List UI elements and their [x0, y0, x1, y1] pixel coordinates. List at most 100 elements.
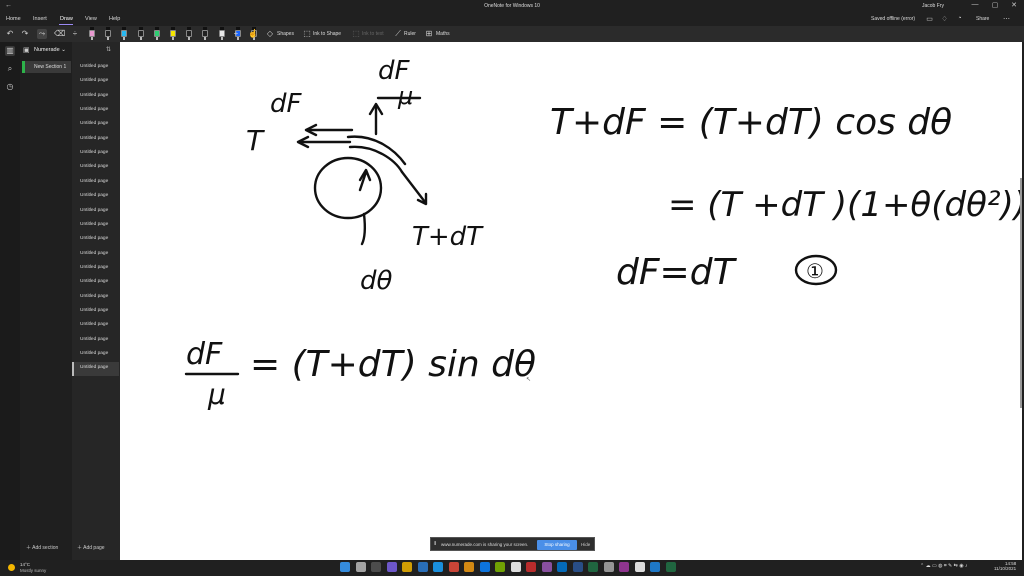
tab-view[interactable]: View: [85, 16, 97, 22]
ruler-button[interactable]: Ruler: [404, 31, 416, 37]
sort-icon[interactable]: ⇅: [106, 46, 111, 53]
page-item[interactable]: Untitled page: [80, 179, 108, 184]
lasso-select-icon[interactable]: ⤳: [37, 29, 47, 39]
page-item[interactable]: Untitled page: [80, 93, 108, 98]
app-icon[interactable]: [541, 562, 552, 572]
share-button[interactable]: Share: [976, 16, 989, 22]
page-item[interactable]: Untitled page: [80, 279, 108, 284]
more-icon[interactable]: ⋯: [1002, 15, 1011, 24]
user-name[interactable]: Jacob Fry: [922, 3, 944, 9]
minimize-button[interactable]: —: [966, 1, 984, 12]
page-item[interactable]: Untitled page: [80, 265, 108, 270]
section-item[interactable]: New Section 1: [22, 61, 71, 73]
tab-help[interactable]: Help: [109, 16, 120, 22]
clock[interactable]: 14:58 11/10/2021: [994, 561, 1016, 571]
page-item[interactable]: Untitled page: [80, 64, 108, 69]
app-icon[interactable]: [526, 562, 536, 572]
edge-icon[interactable]: [417, 562, 428, 572]
shapes-icon[interactable]: ◇: [265, 29, 275, 39]
maximize-button[interactable]: ▢: [986, 1, 1004, 12]
recent-icon[interactable]: ◷: [5, 82, 15, 92]
search-icon[interactable]: [355, 562, 366, 572]
app-icon[interactable]: [510, 562, 521, 572]
word-icon[interactable]: [572, 562, 583, 572]
close-button[interactable]: ✕: [1005, 1, 1023, 12]
page-item[interactable]: Untitled page: [80, 365, 108, 370]
page-view-icon[interactable]: ▭: [925, 15, 934, 24]
onenote-icon[interactable]: [619, 562, 629, 572]
tab-home[interactable]: Home: [6, 16, 21, 22]
notebook-selector[interactable]: Numerade ⌄: [34, 47, 66, 53]
page-item[interactable]: Untitled page: [80, 150, 108, 155]
pen-7[interactable]: [185, 27, 193, 41]
stop-sharing-button[interactable]: Stop sharing: [537, 540, 577, 550]
pen-1[interactable]: [88, 27, 96, 41]
ink-to-text-button[interactable]: Ink to text: [362, 31, 384, 37]
store-icon[interactable]: [433, 562, 443, 572]
app-icon[interactable]: [603, 562, 614, 572]
page-item[interactable]: Untitled page: [80, 121, 108, 126]
redo-icon[interactable]: ↷: [20, 29, 30, 39]
eraser-icon[interactable]: ⌫: [54, 29, 65, 39]
bell-icon[interactable]: ◔: [955, 15, 964, 24]
chrome-icon[interactable]: [634, 562, 645, 572]
ink-to-shape-button[interactable]: Ink to Shape: [313, 31, 341, 37]
page-item[interactable]: Untitled page: [80, 294, 108, 299]
drag-handle-icon[interactable]: ⦀: [434, 541, 436, 547]
page-item[interactable]: Untitled page: [80, 193, 108, 198]
page-item[interactable]: Untitled page: [80, 107, 108, 112]
shapes-button[interactable]: Shapes: [277, 31, 294, 37]
add-section-button[interactable]: ＋ Add section: [26, 544, 58, 551]
tab-insert[interactable]: Insert: [33, 16, 47, 22]
pen-4[interactable]: [137, 27, 145, 41]
firefox-icon[interactable]: [448, 562, 459, 572]
todo-icon[interactable]: [479, 562, 490, 572]
snip-icon[interactable]: [495, 562, 505, 572]
page-canvas[interactable]: dF μ dF T T+dT dθ T+dF = (T+dT) cos dθ =…: [120, 42, 1022, 560]
add-space-icon[interactable]: ÷: [70, 29, 80, 39]
outlook-icon[interactable]: [557, 562, 567, 572]
maths-button[interactable]: Maths: [436, 31, 450, 37]
pen-2[interactable]: [104, 27, 112, 41]
page-item[interactable]: Untitled page: [80, 164, 108, 169]
start-icon[interactable]: [340, 562, 350, 572]
pen-9[interactable]: [218, 27, 226, 41]
page-item[interactable]: Untitled page: [80, 322, 108, 327]
lightbulb-icon[interactable]: ♢: [940, 15, 949, 24]
add-page-button[interactable]: ＋ Add page: [77, 544, 105, 551]
pen-3[interactable]: [120, 27, 128, 41]
excel-icon[interactable]: [588, 562, 598, 572]
app-icon[interactable]: [650, 562, 660, 572]
tab-draw[interactable]: Draw: [60, 16, 73, 22]
vertical-scrollbar[interactable]: [1020, 178, 1022, 408]
page-item[interactable]: Untitled page: [80, 136, 108, 141]
system-tray[interactable]: ⌃ ☁ ▭ ◍ ⌗ ✎ ⇆ ◉ ♪: [920, 563, 967, 569]
ink-to-shape-icon[interactable]: ⬚: [302, 29, 312, 39]
files-icon[interactable]: [464, 562, 474, 572]
sync-status[interactable]: Saved offline (error): [871, 16, 915, 22]
chat-icon[interactable]: [386, 562, 397, 572]
ruler-icon[interactable]: ⟋: [393, 29, 403, 39]
add-pen-icon[interactable]: +: [231, 29, 241, 39]
touch-draw-icon[interactable]: ☝: [248, 29, 258, 39]
page-item[interactable]: Untitled page: [80, 208, 108, 213]
notebooks-icon[interactable]: ▥: [5, 46, 15, 56]
pen-5[interactable]: [153, 27, 161, 41]
hide-banner-button[interactable]: Hide: [581, 542, 590, 547]
ink-to-text-icon[interactable]: ⬚: [351, 29, 361, 39]
task-view-icon[interactable]: [371, 562, 381, 572]
page-item[interactable]: Untitled page: [80, 351, 108, 356]
page-item[interactable]: Untitled page: [80, 78, 108, 83]
pen-6[interactable]: [169, 27, 177, 41]
page-item[interactable]: Untitled page: [80, 222, 108, 227]
page-item[interactable]: Untitled page: [80, 337, 108, 342]
pen-8[interactable]: [201, 27, 209, 41]
page-item[interactable]: Untitled page: [80, 308, 108, 313]
undo-icon[interactable]: ↶: [5, 29, 15, 39]
file-explorer-icon[interactable]: [402, 562, 412, 572]
excel-icon[interactable]: [665, 562, 676, 572]
page-item[interactable]: Untitled page: [80, 251, 108, 256]
maths-icon[interactable]: ⊞: [424, 29, 434, 39]
search-icon[interactable]: ⌕: [5, 64, 15, 74]
page-item[interactable]: Untitled page: [80, 236, 108, 241]
